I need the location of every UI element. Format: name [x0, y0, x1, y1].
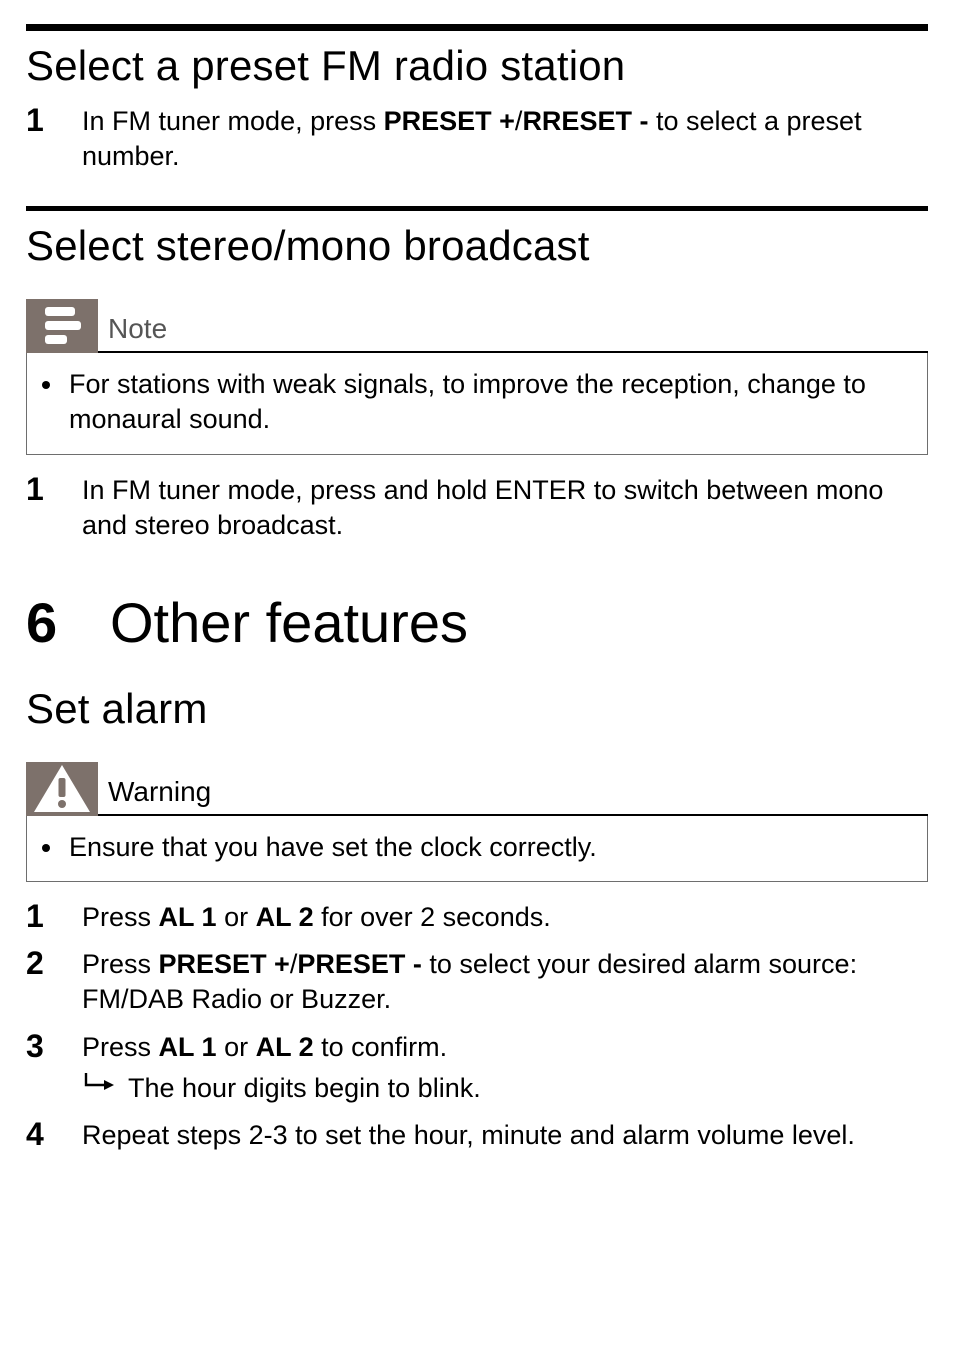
note-box: For stations with weak signals, to impro… — [26, 353, 928, 454]
step-number: 1 — [26, 104, 82, 174]
warning-icon — [26, 762, 98, 816]
warning-box: Ensure that you have set the clock corre… — [26, 816, 928, 882]
step-number: 4 — [26, 1118, 82, 1153]
warning-callout: Warning Ensure that you have set the clo… — [26, 762, 928, 882]
heading-select-preset: Select a preset FM radio station — [26, 39, 928, 94]
step-body: Press PRESET +/PRESET - to select your d… — [82, 947, 928, 1017]
step-stereo-mono-1: 1 In FM tuner mode, press and hold ENTER… — [26, 473, 928, 543]
chapter-title: Other features — [110, 591, 468, 654]
step-body: Press AL 1 or AL 2 for over 2 seconds. — [82, 900, 928, 935]
step-alarm-2: 2 Press PRESET +/PRESET - to select your… — [26, 947, 928, 1017]
text: or — [217, 902, 256, 932]
text: Press — [82, 1032, 159, 1062]
text: Press — [82, 949, 159, 979]
text: to confirm. — [314, 1032, 448, 1062]
warning-item: Ensure that you have set the clock corre… — [65, 830, 911, 865]
text: In FM tuner mode, press — [82, 106, 384, 136]
step-alarm-3: 3 Press AL 1 or AL 2 to confirm. The hou… — [26, 1030, 928, 1106]
warning-label: Warning — [98, 762, 928, 816]
step-number: 1 — [26, 473, 82, 543]
substep: The hour digits begin to blink. — [82, 1071, 928, 1106]
heading-set-alarm: Set alarm — [26, 682, 928, 737]
keycap-al2: AL 2 — [256, 902, 314, 932]
step-select-preset-1: 1 In FM tuner mode, press PRESET +/RRESE… — [26, 104, 928, 174]
divider-top — [26, 24, 928, 31]
step-alarm-4: 4 Repeat steps 2-3 to set the hour, minu… — [26, 1118, 928, 1153]
keycap-al1: AL 1 — [159, 1032, 217, 1062]
step-body: In FM tuner mode, press PRESET +/RRESET … — [82, 104, 928, 174]
keycap-preset-plus: PRESET + — [384, 106, 515, 136]
keycap-rreset-minus: RRESET - — [522, 106, 648, 136]
step-body: Repeat steps 2-3 to set the hour, minute… — [82, 1118, 928, 1153]
text: or — [217, 1032, 256, 1062]
divider — [26, 206, 928, 211]
chapter-number: 6 — [26, 587, 110, 660]
keycap-al2: AL 2 — [256, 1032, 314, 1062]
heading-stereo-mono: Select stereo/mono broadcast — [26, 219, 928, 274]
keycap-preset-plus: PRESET + — [159, 949, 290, 979]
note-label: Note — [98, 299, 928, 353]
step-number: 3 — [26, 1030, 82, 1106]
step-number: 1 — [26, 900, 82, 935]
keycap-al1: AL 1 — [159, 902, 217, 932]
step-body: Press AL 1 or AL 2 to confirm. The hour … — [82, 1030, 928, 1106]
note-icon — [26, 299, 98, 353]
chapter-heading: 6Other features — [26, 587, 928, 660]
step-alarm-1: 1 Press AL 1 or AL 2 for over 2 seconds. — [26, 900, 928, 935]
keycap-preset-minus: PRESET - — [297, 949, 422, 979]
note-item: For stations with weak signals, to impro… — [65, 367, 911, 437]
text: for over 2 seconds. — [314, 902, 551, 932]
result-arrow-icon — [82, 1071, 128, 1106]
step-number: 2 — [26, 947, 82, 1017]
step-body: In FM tuner mode, press and hold ENTER t… — [82, 473, 928, 543]
text: Press — [82, 902, 159, 932]
substep-text: The hour digits begin to blink. — [128, 1071, 928, 1106]
note-callout: Note For stations with weak signals, to … — [26, 299, 928, 454]
